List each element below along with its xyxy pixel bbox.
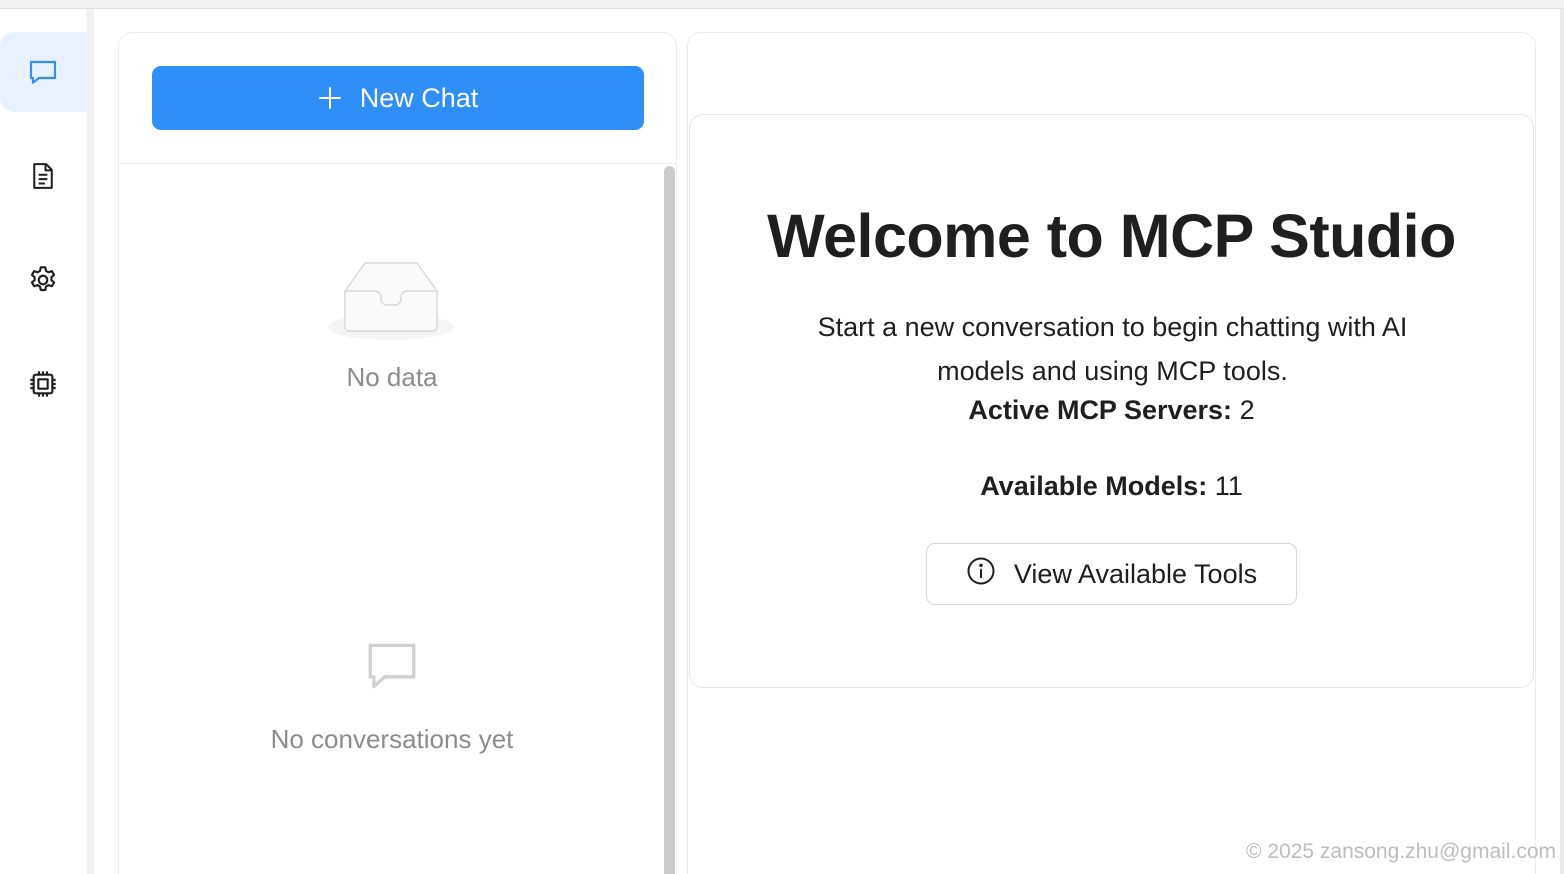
welcome-description: Start a new conversation to begin chatti… <box>817 312 1408 386</box>
sidebar-item-models[interactable] <box>0 344 86 424</box>
chat-bubble-icon <box>363 643 421 699</box>
view-tools-button[interactable]: View Available Tools <box>926 543 1297 605</box>
no-conversations-text: No conversations yet <box>270 724 514 754</box>
app-window: New Chat No data No conversations yet We… <box>0 0 1564 874</box>
active-servers-stat: Active MCP Servers: 2 <box>690 395 1533 426</box>
gear-icon <box>27 264 59 296</box>
info-icon <box>966 556 996 593</box>
welcome-title: Welcome to MCP Studio <box>767 202 1456 270</box>
new-chat-button[interactable]: New Chat <box>152 66 644 130</box>
available-models-stat: Available Models: 11 <box>690 471 1533 502</box>
new-chat-label: New Chat <box>359 82 479 113</box>
view-tools-label: View Available Tools <box>1013 558 1258 589</box>
no-data-placeholder: No data <box>119 257 665 393</box>
sidebar-item-chat[interactable] <box>0 32 86 112</box>
welcome-card: Welcome to MCP Studio Start a new conver… <box>689 114 1534 688</box>
chat-icon <box>27 56 59 88</box>
available-models-value: 11 <box>1214 471 1243 501</box>
sidebar-item-documents[interactable] <box>0 136 86 216</box>
conversation-list-header: New Chat <box>119 33 676 164</box>
empty-inbox-icon <box>327 262 457 347</box>
sidebar-item-settings[interactable] <box>0 240 86 320</box>
no-conversations-placeholder: No conversations yet <box>119 637 665 755</box>
footer-copyright: © 2025 zansong.zhu@gmail.com <box>1246 840 1556 863</box>
active-servers-value: 2 <box>1239 395 1255 425</box>
conversation-list-scrollbar[interactable] <box>664 166 675 874</box>
active-servers-label: Active MCP Servers: <box>968 395 1233 425</box>
available-models-label: Available Models: <box>980 471 1208 501</box>
page-scrollbar[interactable] <box>1560 9 1564 874</box>
plus-icon <box>318 86 342 110</box>
sidebar-divider <box>86 9 94 874</box>
top-border <box>0 0 1564 9</box>
chip-icon <box>27 368 59 400</box>
icon-sidebar <box>0 9 86 874</box>
conversation-list-panel: New Chat No data No conversations yet <box>118 32 677 874</box>
no-data-text: No data <box>346 362 438 392</box>
document-icon <box>28 160 58 192</box>
